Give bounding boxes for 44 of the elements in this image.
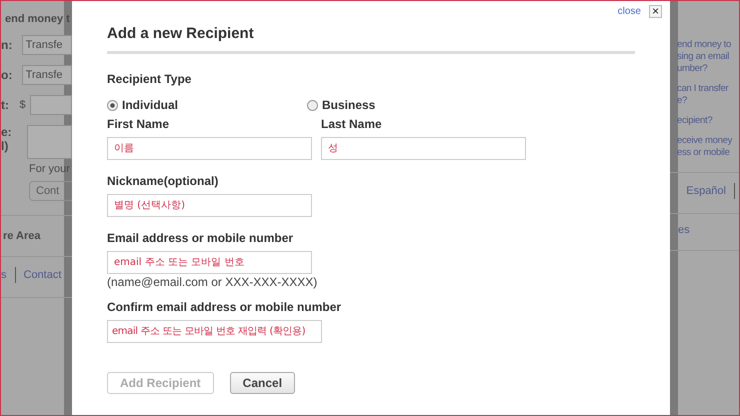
close-link[interactable]: close xyxy=(618,6,641,16)
first-name-field[interactable]: 이름 xyxy=(107,137,312,160)
help-link[interactable]: end money to xyxy=(677,39,731,50)
last-name-field[interactable]: 성 xyxy=(321,137,526,160)
footer-link[interactable]: Contact xyxy=(24,269,62,281)
hint-text: (name@email.com or XXX-XXX-XXXX) xyxy=(107,275,318,289)
form-label: e: xyxy=(1,125,13,139)
help-link[interactable]: sing an email xyxy=(677,51,730,62)
help-link[interactable]: e? xyxy=(677,95,687,106)
close-button[interactable]: × xyxy=(648,4,662,18)
language-link[interactable]: Español xyxy=(686,185,726,197)
radio-label[interactable]: Individual xyxy=(122,98,178,112)
form-label: n: xyxy=(1,38,14,52)
help-link[interactable]: can I transfer xyxy=(677,83,728,94)
dropdown-field[interactable]: Transfe xyxy=(22,65,72,85)
dropdown-field[interactable]: Transfe xyxy=(22,35,72,55)
radio-button[interactable] xyxy=(307,100,318,110)
hint-text: For your xyxy=(29,163,71,175)
amount-field[interactable] xyxy=(30,95,72,115)
footer-link[interactable]: s xyxy=(1,269,6,281)
field-label: Recipient Type xyxy=(107,72,192,86)
email-field[interactable]: email 주소 또는 모바일 번호 xyxy=(107,251,312,274)
message-field[interactable] xyxy=(27,125,72,159)
nickname-field[interactable]: 별명 (선택사항) xyxy=(107,194,312,217)
section-title: re Area xyxy=(3,230,42,242)
help-link[interactable]: ess or mobile xyxy=(677,147,730,158)
help-link[interactable]: umber? xyxy=(677,63,708,74)
form-label: l) xyxy=(1,139,10,153)
confirm-email-field[interactable]: email 주소 또는 모바일 번호 재입력 (확인용) xyxy=(107,320,322,343)
dialog-title: Add a new Recipient xyxy=(107,25,254,42)
radio-button[interactable] xyxy=(107,100,118,110)
help-link[interactable]: eceive money xyxy=(677,135,732,146)
field-label: First Name xyxy=(107,117,170,131)
radio-label[interactable]: Business xyxy=(322,98,376,112)
footer-link[interactable]: es xyxy=(670,224,690,236)
currency-symbol: $ xyxy=(20,99,26,111)
help-link[interactable]: ecipient? xyxy=(677,115,712,126)
field-label: Nickname(optional) xyxy=(107,174,218,188)
field-label: Email address or mobile number xyxy=(107,231,294,245)
field-label: Confirm email address or mobile number xyxy=(107,300,342,314)
cancel-button[interactable]: Cancel xyxy=(230,372,296,394)
form-label: t: xyxy=(1,98,10,112)
form-label: o: xyxy=(1,68,14,82)
field-label: Last Name xyxy=(321,117,383,131)
